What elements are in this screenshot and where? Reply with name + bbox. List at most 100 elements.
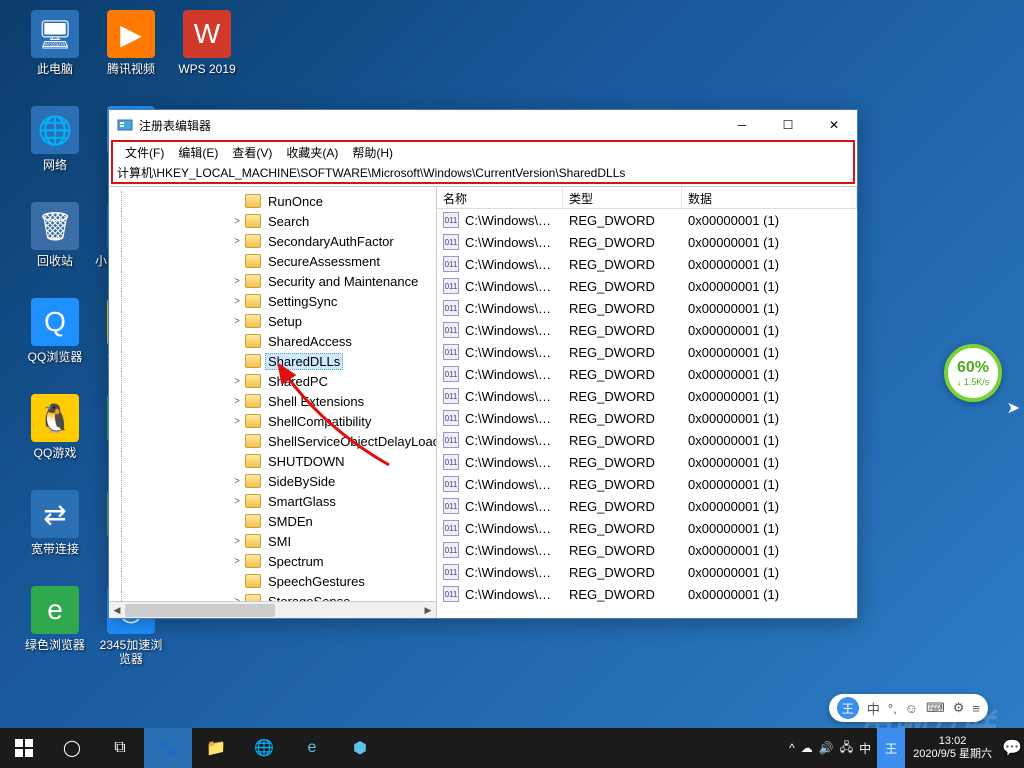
desktop-icon-9[interactable]: 🐧QQ游戏 — [18, 394, 92, 460]
desktop-icon-5[interactable]: 🗑回收站 — [18, 202, 92, 268]
desktop-icon-0[interactable]: 🖥此电脑 — [18, 10, 92, 76]
list-body[interactable]: 011C:\Windows\sy...REG_DWORD0x00000001 (… — [437, 209, 857, 618]
value-row[interactable]: 011C:\Windows\sy...REG_DWORD0x00000001 (… — [437, 297, 857, 319]
tray-icon-3[interactable]: 🖧 — [840, 738, 853, 759]
value-row[interactable]: 011C:\Windows\sy...REG_DWORD0x00000001 (… — [437, 517, 857, 539]
taskbar-app-folder[interactable]: 📁 — [192, 728, 240, 768]
tree-node-shutdown[interactable]: SHUTDOWN — [113, 451, 436, 471]
close-button[interactable]: ✕ — [811, 110, 857, 140]
column-data[interactable]: 数据 — [682, 187, 857, 208]
value-row[interactable]: 011C:\Windows\sy...REG_DWORD0x00000001 (… — [437, 429, 857, 451]
ime-item-5[interactable]: ≡ — [972, 701, 980, 716]
tray-ime-badge[interactable]: 王 — [877, 728, 905, 768]
scroll-right-icon[interactable]: ▶ — [420, 602, 436, 618]
expand-icon[interactable]: > — [231, 276, 243, 287]
desktop-icon-13[interactable]: e绿色浏览器 — [18, 586, 92, 652]
list-header[interactable]: 名称 类型 数据 — [437, 187, 857, 209]
tree-node-storagesense[interactable]: >StorageSense — [113, 591, 436, 601]
tray-icon-0[interactable]: ^ — [789, 741, 795, 755]
system-tray[interactable]: ^ ☁ 🔊 🖧 中 — [783, 738, 877, 759]
tree-node-security-and-maintenance[interactable]: >Security and Maintenance — [113, 271, 436, 291]
menu-item-4[interactable]: 帮助(H) — [346, 142, 399, 163]
value-row[interactable]: 011C:\Windows\sy...REG_DWORD0x00000001 (… — [437, 253, 857, 275]
ime-item-4[interactable]: ⚙ — [953, 700, 965, 716]
menu-item-1[interactable]: 编辑(E) — [172, 142, 224, 163]
taskbar[interactable]: ◯ ⧉ 🐾 📁 🌐 e ⬢ ^☁🔊🖧中 王 13:02 2020/9/5 星期六… — [0, 728, 1024, 768]
desktop-icon-7[interactable]: QQQ浏览器 — [18, 298, 92, 364]
tray-icon-1[interactable]: ☁ — [801, 741, 813, 755]
search-button[interactable]: ◯ — [48, 728, 96, 768]
tree-node-shellcompatibility[interactable]: >ShellCompatibility — [113, 411, 436, 431]
tree-node-smi[interactable]: >SMI — [113, 531, 436, 551]
task-view-button[interactable]: ⧉ — [96, 728, 144, 768]
minimize-button[interactable]: ─ — [719, 110, 765, 140]
expand-icon[interactable]: > — [231, 316, 243, 327]
ime-item-1[interactable]: °, — [888, 701, 897, 716]
expand-icon[interactable]: > — [231, 216, 243, 227]
expand-icon[interactable]: > — [231, 556, 243, 567]
value-row[interactable]: 011C:\Windows\sy...REG_DWORD0x00000001 (… — [437, 539, 857, 561]
column-type[interactable]: 类型 — [563, 187, 682, 208]
menu-item-0[interactable]: 文件(F) — [119, 142, 170, 163]
column-name[interactable]: 名称 — [437, 187, 563, 208]
tree-node-smartglass[interactable]: >SmartGlass — [113, 491, 436, 511]
tree-node-secondaryauthfactor[interactable]: >SecondaryAuthFactor — [113, 231, 436, 251]
tree-node-secureassessment[interactable]: SecureAssessment — [113, 251, 436, 271]
tree-node-spectrum[interactable]: >Spectrum — [113, 551, 436, 571]
ime-item-3[interactable]: ⌨ — [926, 700, 945, 716]
expand-icon[interactable]: > — [231, 296, 243, 307]
value-row[interactable]: 011C:\Windows\sy...REG_DWORD0x00000001 (… — [437, 561, 857, 583]
desktop-icon-3[interactable]: 🌐网络 — [18, 106, 92, 172]
tree-node-sidebyside[interactable]: >SideBySide — [113, 471, 436, 491]
menu-item-2[interactable]: 查看(V) — [226, 142, 278, 163]
value-row[interactable]: 011C:\Windows\sy...REG_DWORD0x00000001 (… — [437, 275, 857, 297]
taskbar-app-baidu[interactable]: 🐾 — [144, 728, 192, 768]
taskbar-app-edge[interactable]: e — [288, 728, 336, 768]
value-row[interactable]: 011C:\Windows\sy...REG_DWORD0x00000001 (… — [437, 583, 857, 605]
value-row[interactable]: 011C:\Windows\sy...REG_DWORD0x00000001 (… — [437, 363, 857, 385]
value-row[interactable]: 011C:\Windows\sy...REG_DWORD0x00000001 (… — [437, 407, 857, 429]
tree-node-sharedaccess[interactable]: SharedAccess — [113, 331, 436, 351]
value-row[interactable]: 011C:\Windows\sy...REG_DWORD0x00000001 (… — [437, 209, 857, 231]
expand-icon[interactable]: > — [231, 536, 243, 547]
performance-gauge[interactable]: 60% ↓ 1.5K/s — [944, 344, 1002, 402]
start-button[interactable] — [0, 728, 48, 768]
expand-icon[interactable]: > — [231, 396, 243, 407]
notification-button[interactable]: 💬 — [1000, 728, 1024, 768]
tree-node-shell-extensions[interactable]: >Shell Extensions — [113, 391, 436, 411]
tray-icon-4[interactable]: 中 — [859, 740, 871, 757]
value-row[interactable]: 011C:\Windows\sy...REG_DWORD0x00000001 (… — [437, 319, 857, 341]
tree-node-speechgestures[interactable]: SpeechGestures — [113, 571, 436, 591]
titlebar[interactable]: 注册表编辑器 ─ ☐ ✕ — [109, 110, 857, 140]
value-row[interactable]: 011C:\Windows\sy...REG_DWORD0x00000001 (… — [437, 341, 857, 363]
taskbar-app-browser1[interactable]: 🌐 — [240, 728, 288, 768]
address-bar[interactable]: 计算机\HKEY_LOCAL_MACHINE\SOFTWARE\Microsof… — [111, 162, 855, 184]
value-row[interactable]: 011C:\Windows\sy...REG_DWORD0x00000001 (… — [437, 451, 857, 473]
ime-toolbar[interactable]: 王 中 °, ☺ ⌨ ⚙ ≡ — [829, 694, 988, 722]
ime-logo-icon[interactable]: 王 — [837, 697, 859, 719]
tree-node-smden[interactable]: SMDEn — [113, 511, 436, 531]
expand-icon[interactable]: > — [231, 496, 243, 507]
tree-node-shareddlls[interactable]: SharedDLLs — [113, 351, 436, 371]
desktop-icon-1[interactable]: ▶腾讯视频 — [94, 10, 168, 76]
value-row[interactable]: 011C:\Windows\sy...REG_DWORD0x00000001 (… — [437, 231, 857, 253]
tree-node-runonce[interactable]: RunOnce — [113, 191, 436, 211]
desktop-icon-2[interactable]: WWPS 2019 — [170, 10, 244, 76]
tree-node-shellserviceobjectdelayload[interactable]: ShellServiceObjectDelayLoad — [113, 431, 436, 451]
expand-icon[interactable]: > — [231, 376, 243, 387]
value-row[interactable]: 011C:\Windows\sy...REG_DWORD0x00000001 (… — [437, 495, 857, 517]
registry-tree[interactable]: RunOnce>Search>SecondaryAuthFactorSecure… — [109, 187, 436, 601]
value-row[interactable]: 011C:\Windows\sy...REG_DWORD0x00000001 (… — [437, 473, 857, 495]
tree-node-sharedpc[interactable]: >SharedPC — [113, 371, 436, 391]
expand-icon[interactable]: > — [231, 236, 243, 247]
ime-item-2[interactable]: ☺ — [905, 701, 918, 716]
menu-item-3[interactable]: 收藏夹(A) — [280, 142, 344, 163]
expand-icon[interactable]: > — [231, 416, 243, 427]
scroll-thumb[interactable] — [125, 604, 275, 617]
ime-item-0[interactable]: 中 — [867, 699, 880, 718]
taskbar-app-store[interactable]: ⬢ — [336, 728, 384, 768]
tray-icon-2[interactable]: 🔊 — [819, 741, 834, 755]
tree-node-setup[interactable]: >Setup — [113, 311, 436, 331]
tree-horizontal-scrollbar[interactable]: ◀ ▶ — [109, 601, 436, 618]
desktop-icon-11[interactable]: ⇄宽带连接 — [18, 490, 92, 556]
